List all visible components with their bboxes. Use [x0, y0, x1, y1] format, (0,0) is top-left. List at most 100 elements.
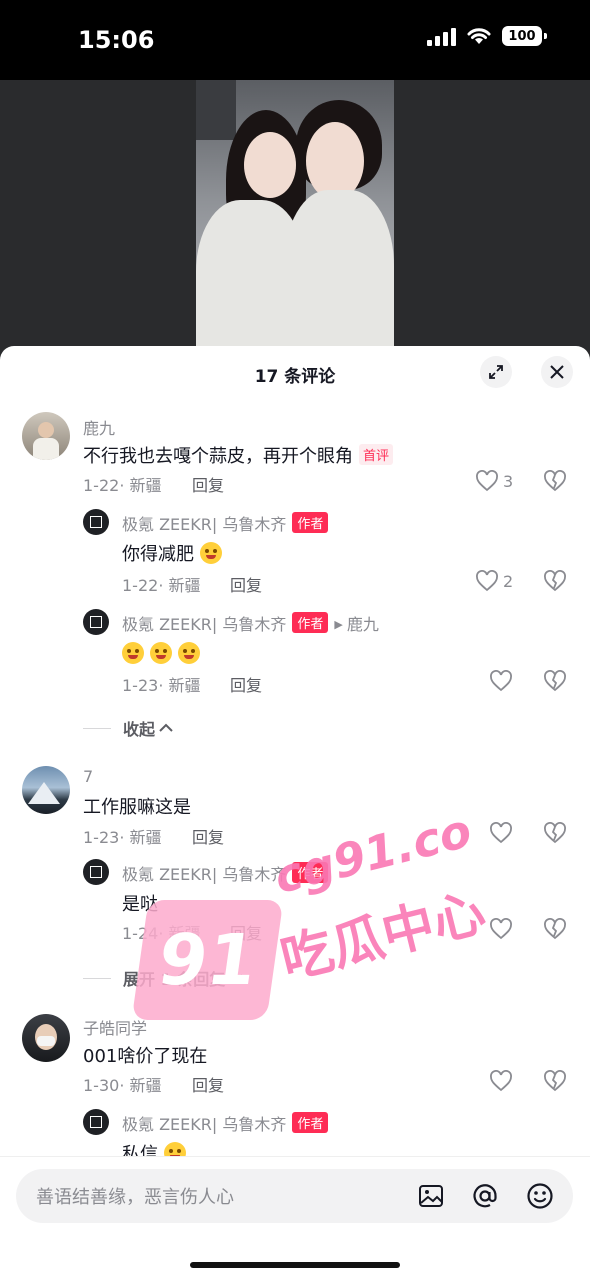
- dislike-button[interactable]: [543, 822, 567, 848]
- author-avatar[interactable]: [83, 1109, 109, 1135]
- avatar[interactable]: [22, 766, 70, 814]
- image-icon: [419, 1185, 443, 1207]
- reply-username[interactable]: 极氪 ZEEKR| 乌鲁木齐 作者: [122, 861, 329, 885]
- close-button[interactable]: [541, 356, 573, 388]
- grin-emoji-icon: [122, 642, 144, 664]
- author-avatar[interactable]: [83, 609, 109, 635]
- like-button[interactable]: [489, 670, 513, 692]
- comment-username[interactable]: 7: [83, 767, 93, 786]
- heart-icon: [490, 1070, 512, 1092]
- video-frame-image: [196, 80, 394, 380]
- reply-date-location: 1-24· 新疆: [122, 924, 201, 943]
- reply-button[interactable]: 回复: [192, 1072, 224, 1096]
- image-button[interactable]: [416, 1181, 446, 1211]
- chevron-down-icon: [229, 974, 243, 983]
- dislike-button[interactable]: [543, 670, 567, 696]
- video-preview[interactable]: [0, 80, 590, 380]
- broken-heart-icon: [544, 570, 566, 592]
- reply-username-text: 极氪 ZEEKR| 乌鲁木齐: [122, 615, 287, 634]
- heart-icon: [476, 470, 498, 492]
- battery-icon: 100: [502, 26, 547, 46]
- like-button[interactable]: [489, 918, 513, 940]
- reply-button[interactable]: 回复: [230, 672, 262, 696]
- comment-text-body: 不行我也去嘎个蒜皮，再开个眼角: [83, 446, 353, 467]
- expand-replies-button[interactable]: 展开 1 条回复: [83, 966, 244, 990]
- grin-emoji-icon: [150, 642, 172, 664]
- like-count: 2: [503, 571, 514, 591]
- heart-icon: [490, 918, 512, 940]
- dislike-button[interactable]: [543, 570, 567, 596]
- comment-text: 不行我也去嘎个蒜皮，再开个眼角 首评: [83, 442, 394, 468]
- reply-button[interactable]: 回复: [192, 824, 224, 848]
- status-time: 15:06: [78, 26, 155, 54]
- reply-to-arrow-icon: ▶: [334, 618, 343, 631]
- like-button[interactable]: 3: [475, 470, 513, 492]
- reply-button[interactable]: 回复: [230, 920, 262, 944]
- like-count: 3: [503, 471, 514, 491]
- status-bar: 15:06 100: [0, 0, 590, 80]
- comment-date-location: 1-30· 新疆: [83, 1076, 162, 1095]
- wifi-icon: [467, 28, 491, 44]
- reply-username[interactable]: 极氪 ZEEKR| 乌鲁木齐 作者 ▶ 鹿九: [122, 611, 379, 635]
- first-comment-badge: 首评: [359, 444, 394, 465]
- cellular-signal-icon: [427, 26, 456, 46]
- expand-icon: [489, 365, 503, 379]
- heart-icon: [490, 822, 512, 844]
- emoji-icon: [527, 1183, 553, 1209]
- author-avatar[interactable]: [83, 859, 109, 885]
- comment-input-container: [16, 1169, 573, 1225]
- comment-text: 工作服嘛这是: [83, 797, 191, 818]
- grin-emoji-icon: [178, 642, 200, 664]
- reply-text: 是哒: [122, 894, 158, 915]
- collapse-label: 收起: [123, 720, 156, 739]
- reply-username[interactable]: 极氪 ZEEKR| 乌鲁木齐 作者: [122, 511, 329, 535]
- broken-heart-icon: [544, 470, 566, 492]
- heart-icon: [476, 570, 498, 592]
- home-indicator[interactable]: [190, 1262, 400, 1268]
- expand-label: 展开 1 条回复: [123, 970, 226, 989]
- broken-heart-icon: [544, 1070, 566, 1092]
- like-button[interactable]: [489, 822, 513, 844]
- at-mention-icon: [473, 1184, 497, 1208]
- reply-username[interactable]: 极氪 ZEEKR| 乌鲁木齐 作者: [122, 1111, 329, 1135]
- author-tag: 作者: [292, 612, 329, 633]
- reply-date-location: 1-22· 新疆: [122, 576, 201, 595]
- broken-heart-icon: [544, 670, 566, 692]
- like-button[interactable]: [489, 1070, 513, 1092]
- close-icon: [550, 365, 564, 379]
- avatar[interactable]: [22, 412, 70, 460]
- like-button[interactable]: 2: [475, 570, 513, 592]
- comment-date-location: 1-22· 新疆: [83, 476, 162, 495]
- author-tag: 作者: [292, 512, 329, 533]
- author-tag: 作者: [292, 862, 329, 883]
- comment-username[interactable]: 子皓同学: [83, 1015, 147, 1039]
- reply-username-text: 极氪 ZEEKR| 乌鲁木齐: [122, 1115, 287, 1134]
- reply-username-text: 极氪 ZEEKR| 乌鲁木齐: [122, 515, 287, 534]
- author-tag: 作者: [292, 1112, 329, 1133]
- mention-button[interactable]: [470, 1181, 500, 1211]
- author-avatar[interactable]: [83, 509, 109, 535]
- comment-input[interactable]: [34, 1169, 398, 1225]
- broken-heart-icon: [544, 918, 566, 940]
- reply-button[interactable]: 回复: [192, 472, 224, 496]
- comment-date-location: 1-23· 新疆: [83, 828, 162, 847]
- broken-heart-icon: [544, 822, 566, 844]
- chevron-up-icon: [159, 723, 173, 732]
- reply-to-username[interactable]: 鹿九: [347, 615, 379, 634]
- dislike-button[interactable]: [543, 470, 567, 496]
- reply-username-text: 极氪 ZEEKR| 乌鲁木齐: [122, 865, 287, 884]
- dislike-button[interactable]: [543, 1070, 567, 1096]
- avatar[interactable]: [22, 1014, 70, 1062]
- reply-button[interactable]: 回复: [230, 572, 262, 596]
- expand-button[interactable]: [480, 356, 512, 388]
- comment-username[interactable]: 鹿九: [83, 415, 115, 439]
- reply-date-location: 1-23· 新疆: [122, 676, 201, 695]
- reply-text-body: 你得减肥: [122, 544, 194, 565]
- laughing-emoji-icon: [199, 542, 222, 564]
- comment-text: 001啥价了现在: [83, 1046, 208, 1067]
- heart-icon: [490, 670, 512, 692]
- dislike-button[interactable]: [543, 918, 567, 944]
- reply-text: 你得减肥: [122, 540, 228, 566]
- collapse-replies-button[interactable]: 收起: [83, 716, 174, 740]
- emoji-button[interactable]: [525, 1181, 555, 1211]
